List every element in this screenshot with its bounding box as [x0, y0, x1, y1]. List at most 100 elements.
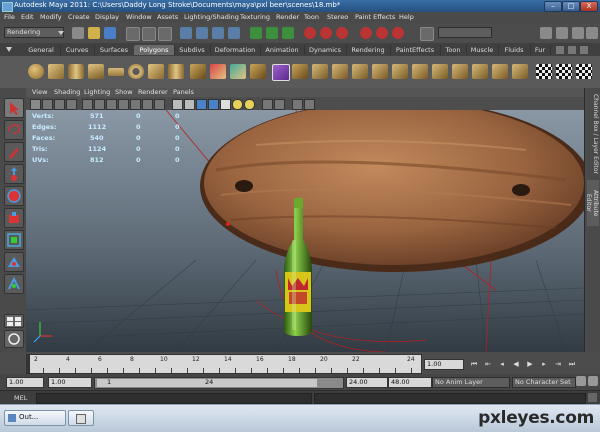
step-forward-frame-button[interactable]: ⇥	[554, 360, 562, 368]
new-scene-icon[interactable]	[72, 27, 84, 39]
outliner-layout-icon[interactable]	[4, 330, 24, 348]
save-scene-icon[interactable]	[104, 27, 116, 39]
animation-preferences-icon[interactable]	[588, 376, 598, 386]
close-button[interactable]: X	[580, 1, 598, 12]
playback-end-field[interactable]: 24.00	[346, 377, 388, 388]
xray-joints-icon[interactable]	[292, 99, 303, 110]
render-view-icon[interactable]	[376, 27, 388, 39]
poly-cylinder-icon[interactable]	[68, 64, 84, 79]
split-polygon-icon[interactable]	[392, 64, 408, 79]
camera-attributes-icon[interactable]	[42, 99, 53, 110]
current-frame-field[interactable]: 1.00	[424, 359, 464, 370]
select-hierarchy-icon[interactable]	[126, 27, 140, 41]
panel-menu-panels[interactable]: Panels	[173, 88, 194, 96]
render-settings-icon[interactable]	[336, 27, 348, 39]
bookmarks-icon[interactable]	[54, 99, 65, 110]
menu-texturing[interactable]: Texturing	[240, 13, 270, 21]
boolean-difference-icon[interactable]	[292, 64, 308, 79]
move-tool-icon[interactable]	[4, 164, 24, 184]
poly-plane-icon[interactable]	[108, 68, 124, 76]
menu-toon[interactable]: Toon	[304, 13, 319, 21]
menu-modify[interactable]: Modify	[40, 13, 62, 21]
tab-attribute-editor[interactable]: Attribute Editor	[585, 180, 599, 226]
menu-set-selector[interactable]: Rendering	[4, 27, 64, 38]
film-gate-icon[interactable]	[94, 99, 105, 110]
toggle-layer-editor-icon[interactable]	[586, 27, 598, 39]
poly-combine-icon[interactable]	[190, 64, 206, 79]
tab-surfaces[interactable]: Surfaces	[94, 45, 135, 55]
poly-separate-icon[interactable]	[210, 64, 226, 79]
snap-plane-icon[interactable]	[228, 27, 240, 39]
anim-layer-selector[interactable]: No Anim Layer	[432, 377, 510, 388]
uv-editor-icon[interactable]	[556, 64, 572, 79]
perspective-viewport[interactable]: Verts: 571 0 0 Edges: 1112 0 0 Faces: 54…	[26, 110, 584, 352]
start-time-field[interactable]: 1.00	[6, 377, 44, 388]
range-slider-track[interactable]: 1 24	[94, 377, 344, 389]
resolution-gate-icon[interactable]	[106, 99, 117, 110]
tab-general[interactable]: General	[22, 45, 61, 55]
tab-animation[interactable]: Animation	[260, 45, 305, 55]
poly-sphere-icon[interactable]	[28, 64, 44, 79]
tab-polygons[interactable]: Polygons	[134, 45, 175, 55]
gate-mask-icon[interactable]	[118, 99, 129, 110]
collapse-icon[interactable]	[492, 64, 508, 79]
merge-icon[interactable]	[472, 64, 488, 79]
history-icon[interactable]	[250, 27, 262, 39]
append-polygon-icon[interactable]	[352, 64, 368, 79]
grid-toggle-icon[interactable]	[82, 99, 93, 110]
step-forward-key-button[interactable]: ▸	[540, 360, 548, 368]
safe-action-icon[interactable]	[142, 99, 153, 110]
tab-subdivs[interactable]: Subdivs	[174, 45, 211, 55]
wireframe-icon[interactable]	[172, 99, 183, 110]
poly-cone-icon[interactable]	[88, 64, 104, 79]
go-to-start-button[interactable]: ⏮	[470, 360, 478, 368]
field-chart-icon[interactable]	[130, 99, 141, 110]
snap-curve-icon[interactable]	[196, 27, 208, 39]
hypershade-icon[interactable]	[360, 27, 372, 39]
quick-select-field[interactable]	[438, 27, 492, 38]
boolean-union-icon[interactable]	[272, 64, 290, 81]
universal-manipulator-icon[interactable]	[4, 230, 24, 250]
tab-channel-box[interactable]: Channel Box / Layer Editor	[587, 94, 599, 174]
open-scene-icon[interactable]	[88, 27, 100, 39]
fill-hole-icon[interactable]	[372, 64, 388, 79]
tab-toon[interactable]: Toon	[440, 45, 467, 55]
input-ops-icon[interactable]	[266, 27, 278, 39]
menu-lighting-shading[interactable]: Lighting/Shading	[184, 13, 239, 21]
xray-icon[interactable]	[274, 99, 285, 110]
shelf-menu-arrow-icon[interactable]	[4, 45, 14, 55]
menu-paint-effects[interactable]: Paint Effects	[355, 13, 395, 21]
soft-modification-icon[interactable]	[4, 252, 24, 272]
auto-key-icon[interactable]	[576, 376, 586, 386]
tab-fur[interactable]: Fur	[530, 45, 551, 55]
bevel-icon[interactable]	[452, 64, 468, 79]
uv-checker-icon[interactable]	[536, 64, 552, 79]
go-to-end-button[interactable]: ⏭	[568, 360, 576, 368]
menu-display[interactable]: Display	[95, 13, 119, 21]
panel-menu-renderer[interactable]: Renderer	[138, 88, 168, 96]
command-input[interactable]	[36, 393, 312, 404]
playback-start-field[interactable]: 1.00	[48, 377, 92, 388]
toggle-attribute-editor-icon[interactable]	[556, 27, 568, 39]
insert-edge-loop-icon[interactable]	[412, 64, 428, 79]
show-manipulator-icon[interactable]	[4, 274, 24, 294]
panel-menu-show[interactable]: Show	[115, 88, 133, 96]
step-back-key-button[interactable]: ◂	[498, 360, 506, 368]
tab-deformation[interactable]: Deformation	[210, 45, 261, 55]
shadows-icon[interactable]	[232, 99, 243, 110]
poly-prism-icon[interactable]	[148, 64, 164, 79]
batch-render-icon[interactable]	[392, 27, 404, 39]
ipr-render-icon[interactable]	[320, 27, 332, 39]
select-component-icon[interactable]	[158, 27, 172, 41]
bridge-icon[interactable]	[332, 64, 348, 79]
minimize-button[interactable]: –	[544, 1, 562, 12]
select-tool-icon[interactable]	[4, 98, 24, 118]
snap-point-icon[interactable]	[212, 27, 224, 39]
offset-edge-loop-icon[interactable]	[432, 64, 448, 79]
menu-file[interactable]: File	[4, 13, 15, 21]
maximize-button[interactable]: □	[562, 1, 580, 12]
toggle-channel-box-icon[interactable]	[540, 27, 552, 39]
tab-muscle[interactable]: Muscle	[466, 45, 499, 55]
paint-select-tool-icon[interactable]	[4, 142, 24, 162]
tab-painteffects[interactable]: PaintEffects	[390, 45, 441, 55]
